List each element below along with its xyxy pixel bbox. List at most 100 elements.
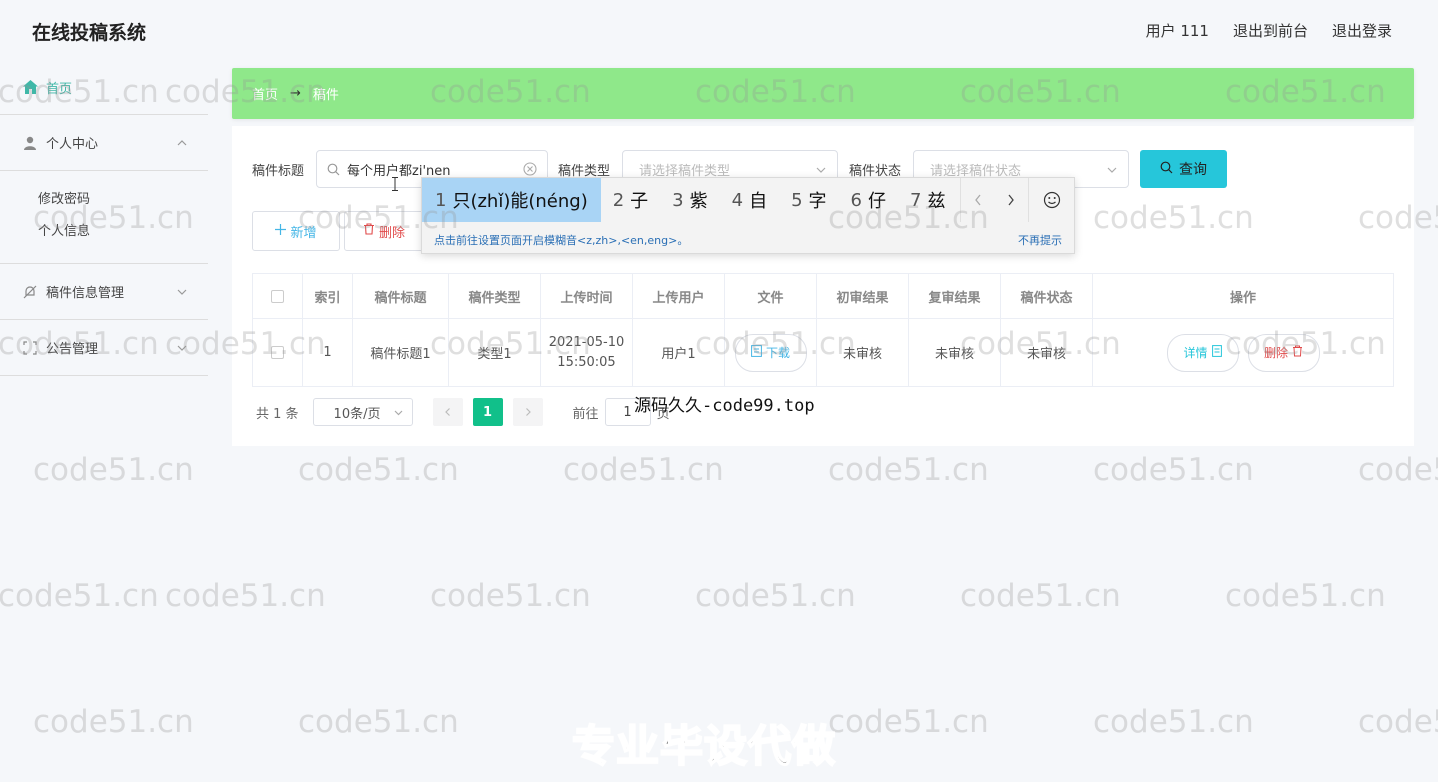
ime-next-page[interactable] (994, 178, 1028, 222)
column-header[interactable]: 稿件类型 (449, 274, 541, 318)
content-panel: 稿件标题 每个用户都zi'nen 稿件类型 请选择稿件类型 稿件状态 请选择稿件… (232, 126, 1414, 446)
ime-candidate-text: 字 (808, 191, 827, 212)
trash-icon (1292, 345, 1303, 360)
breadcrumb: 首页 → 稿件 (232, 68, 1414, 119)
ime-candidate[interactable]: 1 只(zhǐ)能(néng) (422, 178, 601, 222)
add-button[interactable]: 新增 (252, 211, 340, 251)
status-select-placeholder: 请选择稿件状态 (930, 163, 1022, 179)
sidebar-item-change-password[interactable]: 修改密码 (0, 187, 208, 213)
sidebar-item-personal-center[interactable]: 个人中心 (0, 115, 208, 171)
smiley-icon (1043, 191, 1060, 209)
current-user[interactable]: 用户 111 (1146, 20, 1209, 41)
search-icon (327, 163, 340, 176)
column-header[interactable]: 文件 (725, 274, 817, 318)
ime-candidate-text: 子 (630, 191, 649, 212)
row-select-cell (253, 319, 303, 386)
chevron-right-icon (525, 408, 531, 416)
ime-candidate-text: 只(zhǐ)能(néng) (452, 191, 588, 212)
search-icon (1160, 161, 1173, 178)
column-header[interactable]: 稿件状态 (1001, 274, 1093, 318)
download-button[interactable]: 下载 (734, 333, 807, 372)
ime-dismiss-link[interactable]: 不再提示 (1018, 232, 1062, 248)
column-header[interactable]: 索引 (303, 274, 353, 318)
action-row: 新增 删除 (252, 211, 424, 251)
goto-label: 前往 (572, 406, 599, 422)
ime-emoji-button[interactable] (1028, 178, 1074, 222)
chevron-down-icon (815, 164, 827, 176)
download-icon (751, 345, 762, 360)
promo-banner-text: 专业毕设代做 (571, 721, 836, 773)
page-number-current[interactable]: 1 (472, 398, 503, 426)
page-size-select[interactable]: 10条/页 (312, 398, 413, 426)
watermark: code51.cn (960, 578, 1121, 614)
ime-candidate-number: 4 (731, 189, 744, 211)
ime-candidate[interactable]: 3紫 (660, 178, 719, 222)
sidebar-item-home[interactable]: 首页 (0, 60, 208, 115)
plus-icon (275, 223, 287, 239)
top-links: 用户 111 退出到前台 退出登录 (1146, 20, 1392, 41)
watermark: code51.cn (0, 578, 159, 614)
sidebar-item-manuscript-mgmt[interactable]: 稿件信息管理 (0, 264, 208, 320)
query-button-label: 查询 (1179, 162, 1208, 178)
query-button[interactable]: 查询 (1140, 150, 1228, 188)
ime-candidate[interactable]: 2子 (601, 178, 660, 222)
cell-actions: 详情 删除 (1093, 319, 1393, 386)
watermark: code51.cn (298, 452, 459, 488)
row-delete-label: 删除 (1263, 346, 1288, 360)
chevron-down-icon (1106, 164, 1118, 176)
cell-title: 稿件标题1 (353, 319, 449, 386)
source-caption: 源码久久-code99.top (634, 396, 815, 416)
ime-candidate-number: 7 (909, 189, 922, 211)
ime-candidate[interactable]: 6仔 (839, 178, 898, 222)
top-header: 在线投稿系统 用户 111 退出到前台 退出登录 (0, 0, 1438, 60)
pagination: 共 1 条 10条/页 1 前往 1 页 (256, 398, 670, 426)
detail-button[interactable]: 详情 (1166, 333, 1239, 372)
row-checkbox[interactable] (271, 346, 284, 359)
breadcrumb-separator: → (290, 86, 301, 101)
watermark: code51.cn (1358, 704, 1438, 740)
chevron-down-icon (176, 342, 188, 354)
cell-upload-user: 用户1 (633, 319, 725, 386)
column-header[interactable]: 复审结果 (909, 274, 1001, 318)
sidebar-item-notice-mgmt[interactable]: 公告管理 (0, 320, 208, 376)
ime-tip-text[interactable]: 点击前往设置页面开启模糊音<z,zh>,<en,eng>。 (434, 232, 688, 248)
column-header[interactable]: 上传用户 (633, 274, 725, 318)
clear-icon[interactable] (523, 162, 537, 176)
pagination-total: 共 1 条 (256, 406, 299, 422)
column-header[interactable]: 上传时间 (541, 274, 633, 318)
chevron-left-icon (444, 408, 450, 416)
cell-type: 类型1 (449, 319, 541, 386)
ime-candidate-text: 自 (749, 191, 768, 212)
column-header[interactable]: 初审结果 (817, 274, 909, 318)
sidebar-item-label: 稿件信息管理 (46, 286, 125, 301)
logout-link[interactable]: 退出登录 (1332, 20, 1392, 41)
ime-candidate-number: 3 (672, 189, 684, 211)
watermark: code51.cn (828, 704, 989, 740)
column-header[interactable]: 稿件标题 (353, 274, 449, 318)
upload-time-text: 2021-05-10 15:50:05 (548, 334, 625, 370)
ime-candidate[interactable]: 5字 (779, 178, 838, 222)
breadcrumb-home[interactable]: 首页 (252, 84, 278, 103)
app-title: 在线投稿系统 (32, 22, 147, 44)
next-page-button[interactable] (512, 398, 543, 426)
row-delete-button[interactable]: 删除 (1247, 333, 1320, 372)
download-button-label: 下载 (765, 346, 790, 360)
ime-candidate-popup: 1 只(zhǐ)能(néng) 2子 3紫 4自 5字 6仔 7兹 点击前往设置页… (421, 177, 1075, 254)
cell-status: 未审核 (1001, 319, 1093, 386)
watermark: code51.cn (33, 452, 194, 488)
watermark: code51.cn (165, 578, 326, 614)
select-all-checkbox[interactable] (271, 289, 284, 303)
ime-candidate[interactable]: 7兹 (898, 178, 957, 222)
sidebar-item-label: 公告管理 (46, 342, 99, 357)
prev-page-button[interactable] (432, 398, 463, 426)
ime-prev-page[interactable] (960, 178, 994, 222)
exit-to-front-link[interactable]: 退出到前台 (1233, 20, 1308, 41)
ime-candidate[interactable]: 4自 (720, 178, 779, 222)
sidebar-item-personal-info[interactable]: 个人信息 (0, 219, 208, 245)
ime-candidate-number: 6 (850, 189, 862, 211)
personal-center-submenu: 修改密码 个人信息 (0, 171, 208, 264)
batch-delete-button[interactable]: 删除 (344, 211, 424, 251)
watermark: code51.cn (430, 578, 591, 614)
watermark: code51.cn (1358, 452, 1438, 488)
type-filter-label: 稿件类型 (558, 163, 611, 179)
